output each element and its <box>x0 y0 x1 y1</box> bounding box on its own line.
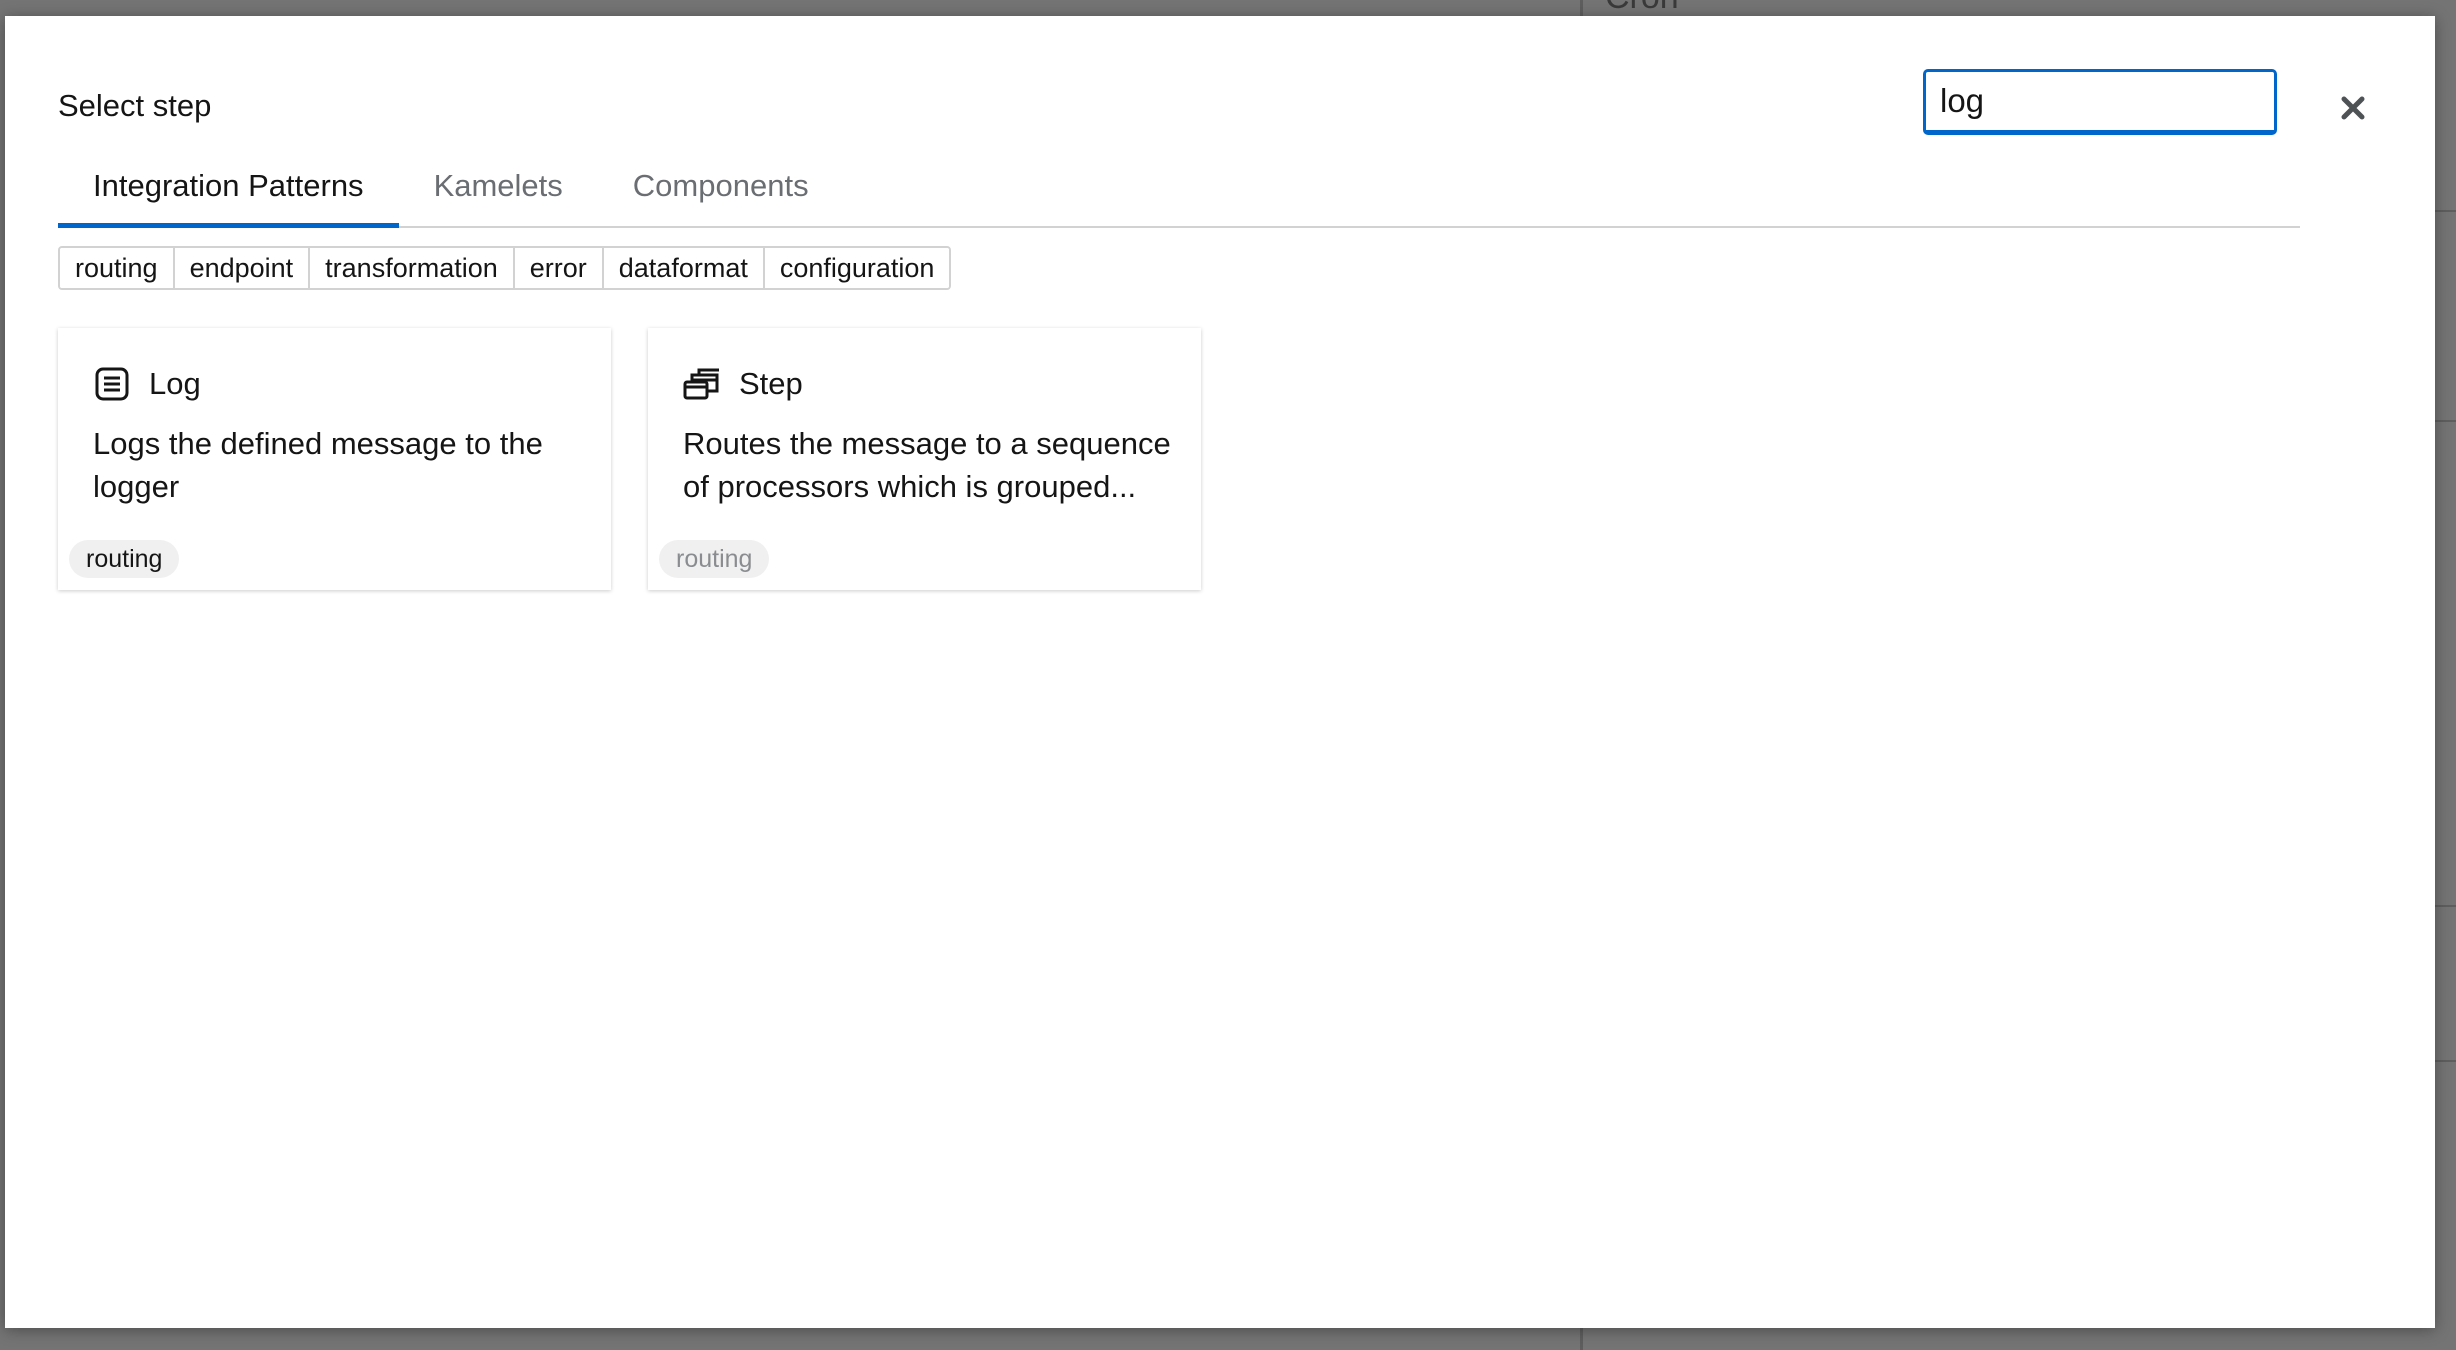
filter-dataformat[interactable]: dataformat <box>603 248 765 288</box>
background-divider <box>2435 905 2456 907</box>
close-button[interactable] <box>2329 86 2377 134</box>
tab-integration-patterns[interactable]: Integration Patterns <box>58 146 399 228</box>
card-title: Log <box>149 366 201 401</box>
filter-endpoint[interactable]: endpoint <box>174 248 311 288</box>
select-step-modal: Select step Integration Patterns Kamelet… <box>5 16 2435 1328</box>
tab-kamelets[interactable]: Kamelets <box>399 146 598 226</box>
tab-components[interactable]: Components <box>598 146 844 226</box>
step-card-log[interactable]: Log Logs the defined message to the logg… <box>58 328 611 590</box>
filter-error[interactable]: error <box>514 248 604 288</box>
search-input[interactable] <box>1923 69 2277 135</box>
step-windows-icon <box>683 365 721 403</box>
card-tag: routing <box>659 540 770 578</box>
card-tag: routing <box>69 540 180 578</box>
card-description: Routes the message to a sequence of proc… <box>683 426 1171 504</box>
card-header: Log <box>93 365 201 403</box>
filter-routing[interactable]: routing <box>60 248 175 288</box>
step-card-step[interactable]: Step Routes the message to a sequence of… <box>648 328 1201 590</box>
background-divider <box>2435 420 2456 422</box>
filter-configuration[interactable]: configuration <box>764 248 950 288</box>
card-header: Step <box>683 365 803 403</box>
close-icon <box>2340 95 2366 126</box>
card-title: Step <box>739 366 803 401</box>
modal-title: Select step <box>58 88 212 123</box>
card-description: Logs the defined message to the logger <box>93 426 543 504</box>
background-divider <box>2435 1060 2456 1062</box>
filter-transformation[interactable]: transformation <box>310 248 515 288</box>
list-icon <box>93 365 131 403</box>
background-label: Cron <box>1605 0 1679 17</box>
filter-toggle-group: routing endpoint transformation error da… <box>58 246 952 290</box>
tab-list: Integration Patterns Kamelets Components <box>58 146 2300 228</box>
background-divider <box>2435 210 2456 212</box>
